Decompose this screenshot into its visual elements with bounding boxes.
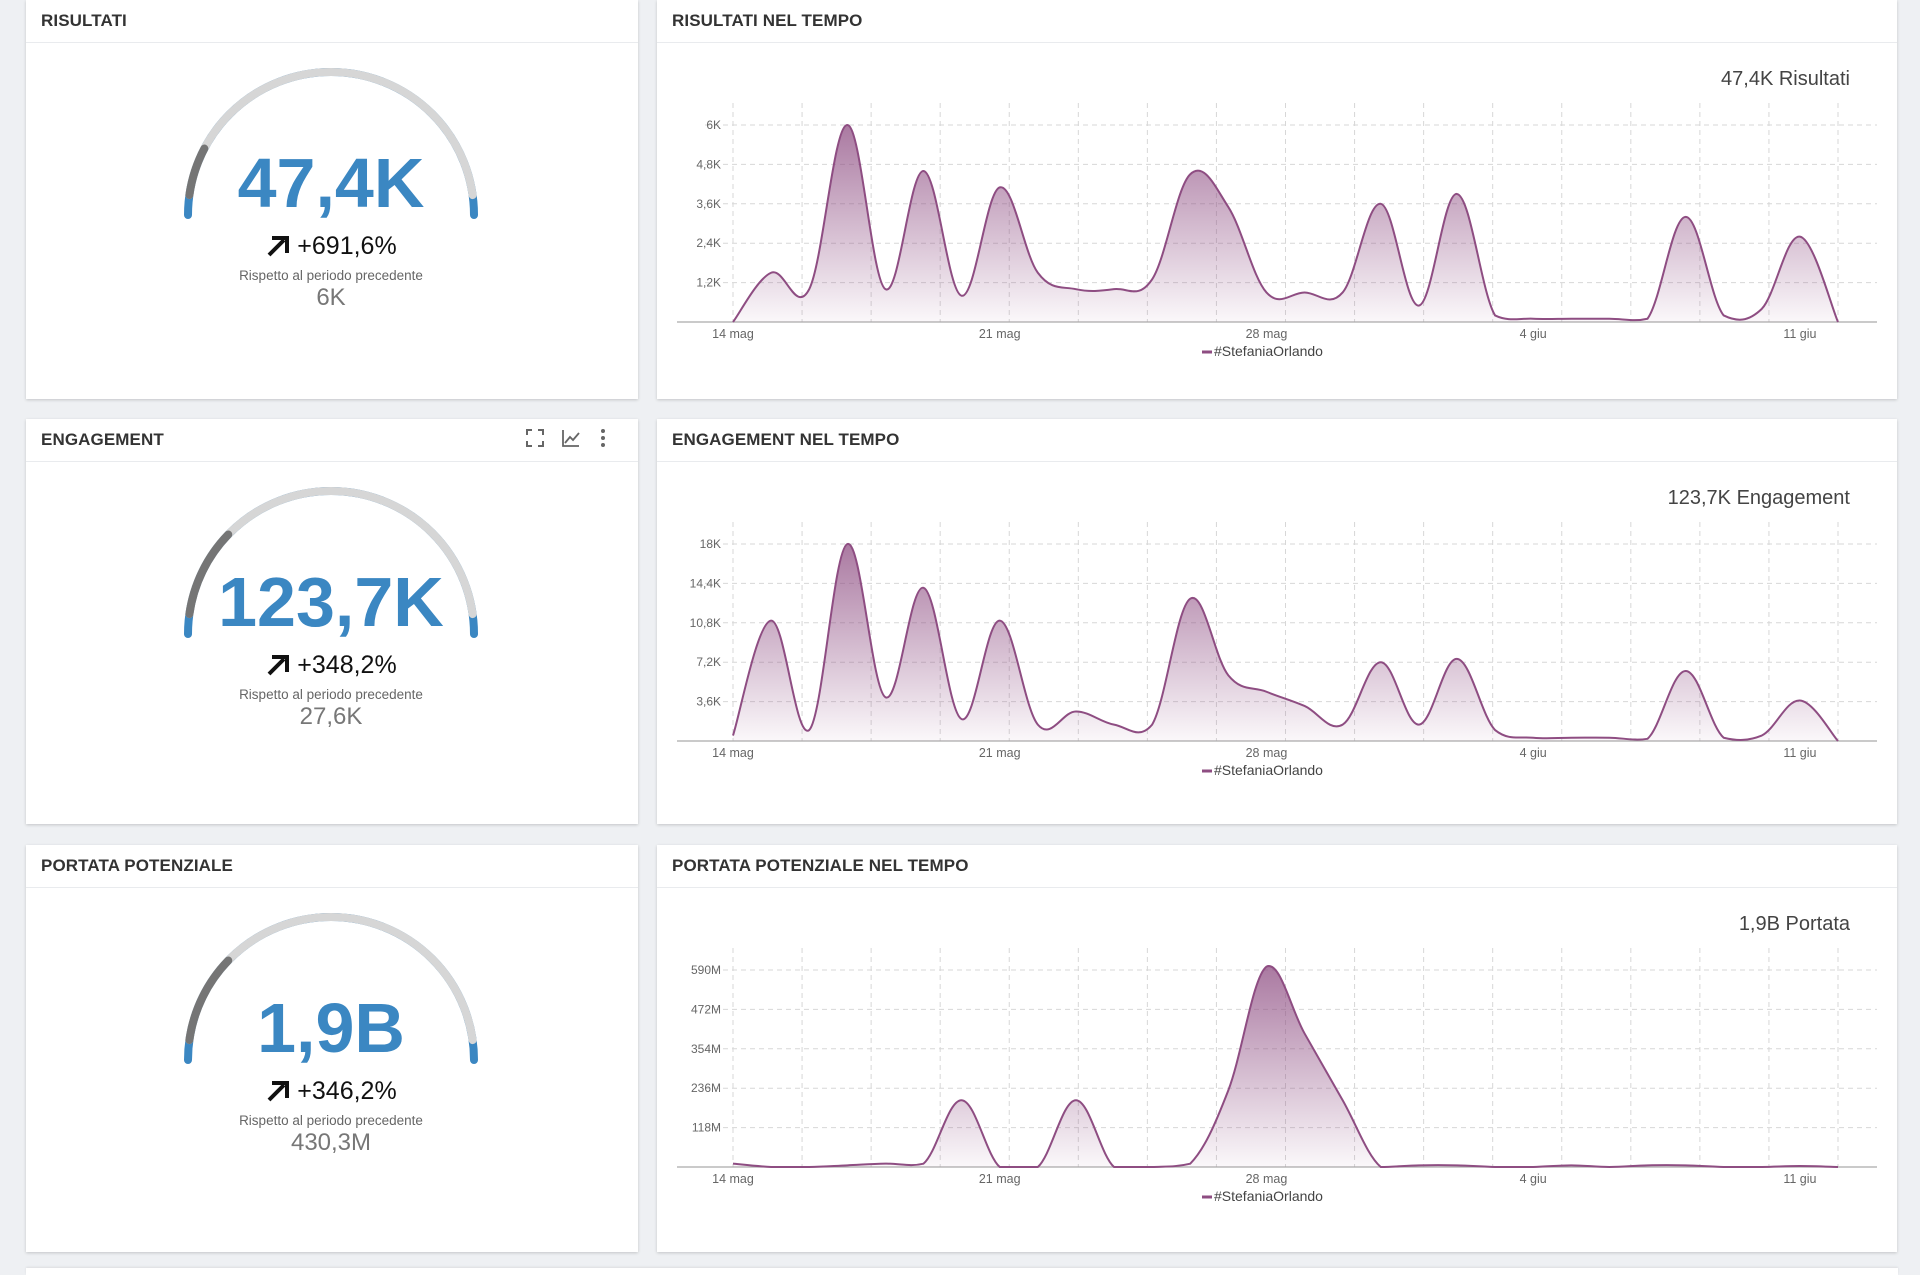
- kpi-card-portata-potenziale: PORTATA POTENZIALE 1,9B +346,2% Rispetto a…: [26, 845, 638, 1252]
- chart-card-header: RISULTATI NEL TEMPO: [657, 0, 1897, 43]
- next-card-edge: [26, 1268, 1898, 1275]
- y-tick-label: 2,4K: [696, 236, 721, 250]
- x-tick-label: 28 mag: [1246, 327, 1288, 341]
- kpi-value: 47,4K: [238, 144, 425, 222]
- x-tick-label: 11 giu: [1783, 327, 1816, 341]
- chart-card-portata-potenziale-nel-tempo: PORTATA POTENZIALE NEL TEMPO 1,9B Portat…: [657, 845, 1897, 1252]
- kpi-value: 1,9B: [257, 989, 405, 1067]
- gauge-previous-arc: [185, 144, 209, 200]
- kpi-change: +348,2%: [297, 651, 396, 679]
- x-tick-label: 14 mag: [712, 327, 754, 341]
- y-tick-label: 6K: [706, 118, 721, 132]
- x-tick-label: 21 mag: [979, 746, 1021, 760]
- y-tick-label: 1,2K: [696, 276, 721, 290]
- gauge: 123,7K +348,2% Rispetto al periodo precede…: [184, 487, 478, 730]
- card-toolbar: [524, 427, 610, 449]
- x-tick-label: 28 mag: [1246, 746, 1288, 760]
- x-tick-label: 14 mag: [712, 746, 754, 760]
- y-tick-label: 18K: [700, 537, 721, 551]
- expand-icon[interactable]: [524, 427, 546, 449]
- kpi-previous-value: 430,3M: [291, 1129, 371, 1156]
- legend-label: #StefaniaOrlando: [1214, 762, 1323, 778]
- x-tick-label: 4 giu: [1520, 1172, 1547, 1186]
- legend-label: #StefaniaOrlando: [1214, 1188, 1323, 1204]
- x-tick-label: 11 giu: [1783, 746, 1816, 760]
- kpi-card-header: PORTATA POTENZIALE: [26, 845, 638, 888]
- chart-card-header: PORTATA POTENZIALE NEL TEMPO: [657, 845, 1897, 888]
- y-tick-label: 590M: [691, 963, 721, 977]
- kpi-previous-value: 27,6K: [300, 703, 363, 730]
- y-tick-label: 10,8K: [690, 616, 721, 630]
- y-tick-label: 354M: [691, 1042, 721, 1056]
- kpi-card-header: RISULTATI: [26, 0, 638, 43]
- x-tick-label: 28 mag: [1246, 1172, 1288, 1186]
- kpi-change: +346,2%: [297, 1077, 396, 1105]
- chart-total-label: 123,7K Engagement: [1668, 487, 1851, 509]
- kpi-previous-value: 6K: [316, 284, 345, 311]
- kpi-compare-label: Rispetto al periodo precedente: [239, 268, 423, 283]
- y-tick-label: 14,4K: [690, 576, 721, 590]
- y-tick-label: 472M: [691, 1002, 721, 1016]
- y-tick-label: 4,8K: [696, 157, 721, 171]
- x-tick-label: 21 mag: [979, 1172, 1021, 1186]
- x-tick-label: 14 mag: [712, 1172, 754, 1186]
- chart-card-risultati-nel-tempo: RISULTATI NEL TEMPO 47,4K Risultati 1,2K 2…: [657, 0, 1897, 399]
- kpi-card-risultati: RISULTATI 47,4K +691,6% Rispetto al period…: [26, 0, 638, 399]
- y-tick-label: 7,2K: [696, 655, 721, 669]
- chart-card-header: ENGAGEMENT NEL TEMPO: [657, 419, 1897, 462]
- gauge: 47,4K +691,6% Rispetto al periodo preceden…: [184, 68, 478, 311]
- line-chart-icon[interactable]: [560, 427, 582, 449]
- area-chart: 47,4K Risultati 1,2K 2,4K 3,6K 4,8K 6K 14 mag 2…: [677, 68, 1877, 359]
- legend-label: #StefaniaOrlando: [1214, 343, 1323, 359]
- arrow-up-right-icon: [267, 655, 289, 676]
- series-area: [733, 966, 1838, 1167]
- x-tick-label: 4 giu: [1520, 327, 1547, 341]
- y-tick-label: 3,6K: [696, 197, 721, 211]
- chart-title: PORTATA POTENZIALE NEL TEMPO: [672, 856, 969, 875]
- kpi-title: PORTATA POTENZIALE: [41, 856, 233, 875]
- x-tick-label: 4 giu: [1520, 746, 1547, 760]
- more-vertical-icon[interactable]: [596, 427, 610, 449]
- kpi-card-engagement: ENGAGEMENT 123,7K +348,2% Rispetto al peri…: [26, 419, 638, 824]
- x-tick-label: 11 giu: [1783, 1172, 1816, 1186]
- x-tick-label: 21 mag: [979, 327, 1021, 341]
- chart-total-label: 1,9B Portata: [1739, 913, 1851, 935]
- chart-card-engagement-nel-tempo: ENGAGEMENT NEL TEMPO 123,7K Engagement 3,…: [657, 419, 1897, 824]
- kpi-value: 123,7K: [218, 563, 444, 641]
- arrow-up-right-icon: [267, 1081, 289, 1102]
- chart-total-label: 47,4K Risultati: [1721, 68, 1850, 90]
- kpi-change: +691,6%: [297, 232, 396, 260]
- kpi-compare-label: Rispetto al periodo precedente: [239, 1113, 423, 1128]
- area-chart: 1,9B Portata 118M 236M 354M 472M 590M 14 mag 21…: [677, 913, 1877, 1204]
- chart-title: ENGAGEMENT NEL TEMPO: [672, 430, 900, 449]
- area-chart: 123,7K Engagement 3,6K 7,2K 10,8K 14,4K 18K 14…: [677, 487, 1877, 778]
- kpi-compare-label: Rispetto al periodo precedente: [239, 687, 423, 702]
- gauge: 1,9B +346,2% Rispetto al periodo precedent…: [184, 913, 478, 1156]
- y-tick-label: 236M: [691, 1081, 721, 1095]
- gauge-previous-arc: [185, 956, 233, 1045]
- kpi-title: RISULTATI: [41, 11, 127, 30]
- arrow-up-right-icon: [267, 236, 289, 257]
- y-tick-label: 3,6K: [696, 695, 721, 709]
- kpi-card-header: ENGAGEMENT: [26, 419, 638, 462]
- chart-title: RISULTATI NEL TEMPO: [672, 11, 863, 30]
- y-tick-label: 118M: [692, 1121, 721, 1135]
- kpi-title: ENGAGEMENT: [41, 430, 164, 449]
